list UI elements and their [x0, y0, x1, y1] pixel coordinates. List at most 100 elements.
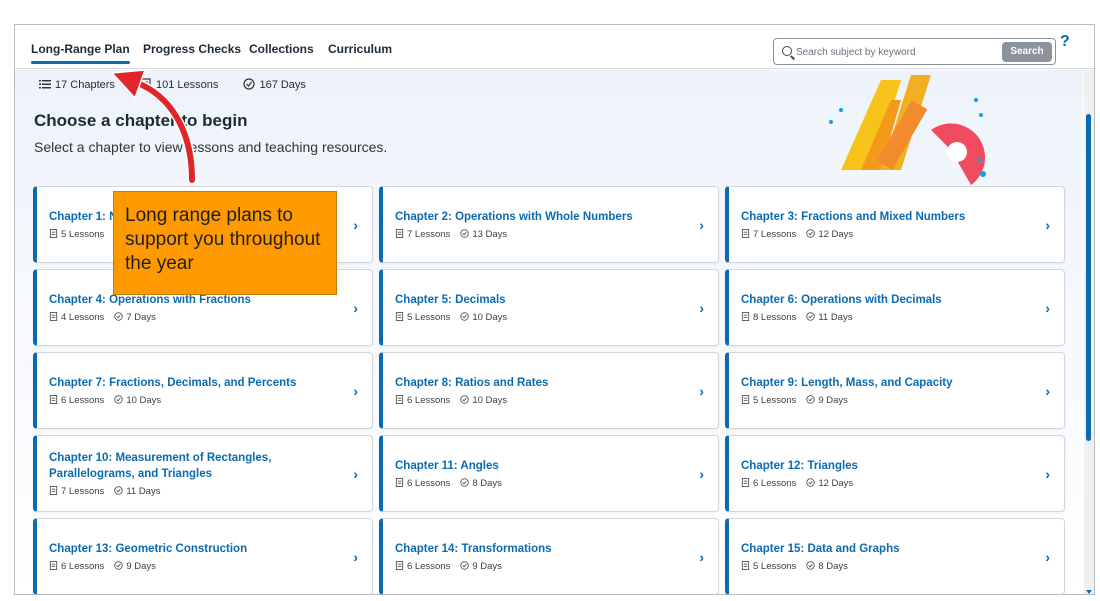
book-icon: [395, 229, 404, 238]
help-icon[interactable]: ?: [1060, 33, 1070, 51]
chapter-card[interactable]: Chapter 12: Triangles 6 Lessons 12 Days ›: [725, 435, 1065, 512]
chapter-card[interactable]: Chapter 15: Data and Graphs 5 Lessons 8 Da…: [725, 518, 1065, 594]
clock-icon: [460, 395, 470, 404]
search-input[interactable]: [796, 43, 996, 61]
chevron-right-icon[interactable]: ›: [699, 466, 704, 482]
chapter-meta: 6 Lessons 9 Days: [49, 561, 156, 572]
chapter-card[interactable]: Chapter 5: Decimals 5 Lessons 10 Days ›: [379, 269, 719, 346]
book-icon: [395, 561, 404, 570]
chapter-title[interactable]: Chapter 7: Fractions, Decimals, and Perc…: [49, 375, 339, 391]
chevron-right-icon[interactable]: ›: [353, 466, 358, 482]
chapter-days: 9 Days: [472, 561, 502, 572]
chapter-title[interactable]: Chapter 9: Length, Mass, and Capacity: [741, 375, 1031, 391]
chevron-right-icon[interactable]: ›: [353, 300, 358, 316]
chapter-meta: 4 Lessons 7 Days: [49, 312, 156, 323]
chapter-lessons: 6 Lessons: [407, 478, 451, 489]
chevron-right-icon[interactable]: ›: [699, 383, 704, 399]
chapter-meta: 7 Lessons 11 Days: [49, 486, 160, 497]
stat-chapters: 17 Chapters: [39, 78, 115, 91]
chapter-title[interactable]: Chapter 12: Triangles: [741, 458, 1031, 474]
chapter-lessons: 5 Lessons: [407, 312, 451, 323]
chapter-card[interactable]: Chapter 13: Geometric Construction 6 Less…: [33, 518, 373, 594]
clock-icon: [460, 561, 470, 570]
chapter-card[interactable]: Chapter 2: Operations with Whole Numbers…: [379, 186, 719, 263]
tab-collections[interactable]: Collections: [249, 42, 314, 56]
chevron-right-icon[interactable]: ›: [699, 217, 704, 233]
chapter-days: 8 Days: [818, 561, 848, 572]
stat-days-label: 167 Days: [259, 79, 306, 91]
book-icon: [49, 229, 58, 238]
chevron-right-icon[interactable]: ›: [1045, 466, 1050, 482]
chapter-card[interactable]: Chapter 7: Fractions, Decimals, and Perc…: [33, 352, 373, 429]
scrollbar-thumb[interactable]: [1086, 114, 1091, 441]
page-subtitle: Select a chapter to view lessons and tea…: [34, 139, 388, 155]
clock-icon: [460, 478, 470, 487]
chevron-right-icon[interactable]: ›: [353, 217, 358, 233]
clock-icon: [243, 78, 256, 90]
book-icon: [395, 312, 404, 321]
chapter-card[interactable]: Chapter 14: Transformations 6 Lessons 9 Da…: [379, 518, 719, 594]
chapter-meta: 6 Lessons 10 Days: [395, 395, 507, 406]
chapter-card[interactable]: Chapter 6: Operations with Decimals 8 Les…: [725, 269, 1065, 346]
chapter-days: 12 Days: [818, 229, 854, 240]
chapter-title[interactable]: Chapter 6: Operations with Decimals: [741, 292, 1031, 308]
chapter-meta: 5 Lessons 8 Days: [741, 561, 848, 572]
chapter-card[interactable]: Chapter 9: Length, Mass, and Capacity 5 L…: [725, 352, 1065, 429]
chapter-title[interactable]: Chapter 3: Fractions and Mixed Numbers: [741, 209, 1031, 225]
chapter-days: 12 Days: [818, 478, 854, 489]
clock-icon: [114, 312, 124, 321]
page-title: Choose a chapter to begin: [34, 111, 248, 130]
top-nav-bar: Long-Range Plan Progress Checks Collecti…: [15, 25, 1094, 69]
chapter-title[interactable]: Chapter 14: Transformations: [395, 541, 685, 557]
chapter-days: 10 Days: [472, 312, 508, 323]
scrollbar[interactable]: [1084, 70, 1094, 594]
clock-icon: [114, 486, 124, 495]
clock-icon: [460, 229, 470, 238]
tab-curriculum[interactable]: Curriculum: [328, 42, 392, 56]
chevron-right-icon[interactable]: ›: [353, 549, 358, 565]
chapter-title[interactable]: Chapter 13: Geometric Construction: [49, 541, 339, 557]
book-icon: [49, 395, 58, 404]
chapter-lessons: 6 Lessons: [407, 395, 451, 406]
chapter-lessons: 7 Lessons: [753, 229, 797, 240]
book-icon: [395, 395, 404, 404]
search-icon: [782, 46, 792, 56]
chapter-days: 9 Days: [126, 561, 156, 572]
tab-progress-checks[interactable]: Progress Checks: [143, 42, 241, 56]
chevron-right-icon[interactable]: ›: [353, 383, 358, 399]
chapter-days: 8 Days: [472, 478, 502, 489]
search-button[interactable]: Search: [1002, 42, 1052, 62]
book-icon: [141, 78, 151, 90]
scroll-down-arrow-icon[interactable]: [1086, 590, 1092, 594]
chevron-right-icon[interactable]: ›: [699, 300, 704, 316]
chapter-title[interactable]: Chapter 8: Ratios and Rates: [395, 375, 685, 391]
clock-icon: [806, 395, 816, 404]
chapter-title[interactable]: Chapter 5: Decimals: [395, 292, 685, 308]
chapter-title[interactable]: Chapter 11: Angles: [395, 458, 685, 474]
chapter-title[interactable]: Chapter 10: Measurement of Rectangles, P…: [49, 450, 339, 482]
chevron-right-icon[interactable]: ›: [1045, 549, 1050, 565]
chapter-title[interactable]: Chapter 15: Data and Graphs: [741, 541, 1031, 557]
chapter-card[interactable]: Chapter 11: Angles 6 Lessons 8 Days ›: [379, 435, 719, 512]
stat-days: 167 Days: [243, 78, 306, 91]
chapter-meta: 6 Lessons 9 Days: [395, 561, 502, 572]
clock-icon: [806, 561, 816, 570]
clock-icon: [114, 395, 124, 404]
clock-icon: [460, 312, 470, 321]
chevron-right-icon[interactable]: ›: [1045, 383, 1050, 399]
chapter-card[interactable]: Chapter 3: Fractions and Mixed Numbers 7 …: [725, 186, 1065, 263]
tab-long-range-plan[interactable]: Long-Range Plan: [31, 42, 130, 64]
chapter-card[interactable]: Chapter 10: Measurement of Rectangles, P…: [33, 435, 373, 512]
book-icon: [395, 478, 404, 487]
chevron-right-icon[interactable]: ›: [699, 549, 704, 565]
chapter-lessons: 6 Lessons: [753, 478, 797, 489]
chevron-right-icon[interactable]: ›: [1045, 217, 1050, 233]
chapter-title[interactable]: Chapter 2: Operations with Whole Numbers: [395, 209, 685, 225]
stat-lessons-label: 101 Lessons: [156, 79, 219, 91]
chapter-lessons: 8 Lessons: [753, 312, 797, 323]
chapter-lessons: 7 Lessons: [61, 486, 105, 497]
chapter-lessons: 7 Lessons: [407, 229, 451, 240]
chevron-right-icon[interactable]: ›: [1045, 300, 1050, 316]
chapter-card[interactable]: Chapter 8: Ratios and Rates 6 Lessons 10 D…: [379, 352, 719, 429]
chapter-lessons: 6 Lessons: [61, 561, 105, 572]
